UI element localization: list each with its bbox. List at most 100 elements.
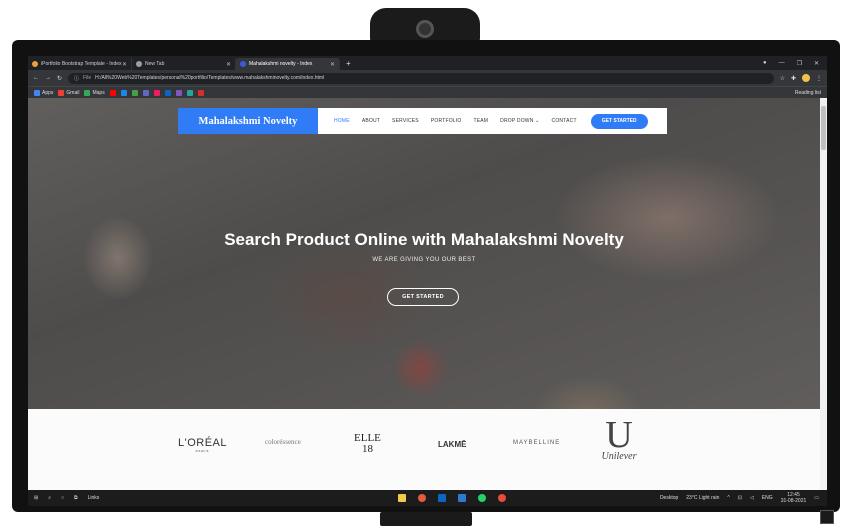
bookmark-gmail[interactable]: Gmail	[58, 89, 80, 96]
volume-icon[interactable]: ◁	[750, 495, 754, 501]
page-scrollbar[interactable]	[820, 98, 827, 490]
reading-list[interactable]: Reading list	[795, 90, 821, 96]
bookmark-label: Maps	[92, 89, 105, 96]
loreal-logo[interactable]: L'ORÉAL PARIS	[178, 437, 227, 453]
avatar[interactable]	[802, 74, 810, 82]
screen: iPortfolio Bootstrap Template - Index ✕ …	[28, 56, 827, 506]
desktop-toolbar[interactable]: Desktop	[660, 495, 678, 501]
forward-icon[interactable]: →	[45, 75, 51, 81]
whatsapp-icon[interactable]	[478, 494, 486, 502]
hero-get-started-button[interactable]: GET STARTED	[387, 288, 459, 306]
back-icon[interactable]: ←	[33, 75, 39, 81]
bookmark-icon[interactable]	[120, 89, 127, 96]
chrome-favicon-icon	[136, 61, 142, 67]
clock-date: 31-08-2021	[780, 498, 807, 504]
maps-icon	[84, 89, 91, 96]
monitor-stand	[380, 512, 472, 526]
weather-widget[interactable]: 23°C Light rain	[686, 495, 719, 501]
apps-icon	[34, 89, 40, 96]
close-icon[interactable]: ✕	[330, 61, 335, 68]
linkedin-icon[interactable]	[438, 494, 446, 502]
links-toolbar[interactable]: Links	[88, 495, 100, 501]
bookmark-label: Gmail	[66, 89, 80, 96]
bookmark-icon[interactable]	[142, 89, 149, 96]
unilever-logo[interactable]: U Unilever	[593, 415, 645, 462]
close-icon[interactable]: ✕	[226, 61, 231, 68]
profile-record-icon[interactable]: ●	[763, 60, 767, 67]
lakme-logo[interactable]: LAKMĒ	[438, 440, 466, 449]
tab-mahalakshmi[interactable]: Mahalakshmi novelty - Index ✕	[236, 58, 340, 70]
logo-text: L'ORÉAL	[178, 437, 228, 449]
toolbar: ← → ↻ ⓘ File H:/All%20Web%20Templates/pe…	[28, 70, 827, 86]
chrome-icon[interactable]	[418, 494, 426, 502]
site-brand[interactable]: Mahalakshmi Novelty	[178, 108, 318, 134]
extensions: ☆ ✚ ⋮	[780, 74, 822, 82]
bookmark-maps[interactable]: Maps	[84, 89, 105, 96]
nav-home[interactable]: HOME	[328, 118, 356, 124]
tab-title: New Tab	[145, 61, 165, 67]
bookmark-icon[interactable]	[175, 89, 182, 96]
nav-services[interactable]: SERVICES	[386, 118, 425, 124]
minimize-button[interactable]: —	[779, 60, 785, 67]
bookmark-apps[interactable]: Apps	[34, 89, 54, 96]
url-text: H:/All%20Web%20Templates/personal%20port…	[95, 75, 325, 81]
close-icon[interactable]: ✕	[122, 61, 127, 68]
maybelline-logo[interactable]: MAYBELLINE	[513, 440, 560, 446]
elle18-logo[interactable]: ELLE 18	[354, 433, 381, 455]
m-favicon-icon	[240, 61, 246, 67]
hero-content: Search Product Online with Mahalakshmi N…	[28, 230, 820, 263]
search-icon[interactable]: ⌕	[48, 495, 51, 501]
nav-contact[interactable]: CONTACT	[546, 118, 583, 124]
hero-subtitle: WE ARE GIVING YOU OUR BEST	[372, 257, 476, 263]
bookmarks-bar: Apps Gmail Maps Reading list	[28, 86, 827, 98]
logo-text: Unilever	[601, 451, 637, 462]
reload-icon[interactable]: ↻	[57, 75, 62, 82]
network-icon[interactable]: ⊡	[738, 495, 742, 501]
vscode-icon[interactable]	[458, 494, 466, 502]
url-scheme: File	[83, 75, 92, 81]
nav-links: HOME ABOUT SERVICES PORTFOLIO TEAM DROP …	[328, 118, 583, 124]
coloressence-logo[interactable]: coloréssence	[265, 438, 301, 446]
bookmark-icon[interactable]	[197, 89, 204, 96]
scrollbar-thumb[interactable]	[821, 106, 826, 150]
web-page: Mahalakshmi Novelty HOME ABOUT SERVICES …	[28, 98, 820, 490]
youtube-icon[interactable]	[109, 89, 116, 96]
file-explorer-icon[interactable]	[398, 494, 406, 502]
linkedin-icon[interactable]	[164, 89, 171, 96]
address-bar[interactable]: ⓘ File H:/All%20Web%20Templates/personal…	[68, 72, 774, 84]
nav-team[interactable]: TEAM	[467, 118, 494, 124]
puzzle-icon[interactable]: ✚	[791, 75, 796, 82]
task-view-icon[interactable]: ⧉	[74, 495, 78, 501]
bookmark-label: Apps	[42, 89, 54, 96]
bookmark-icon[interactable]	[186, 89, 193, 96]
system-tray: Desktop 23°C Light rain ^ ⊡ ◁ ENG 12:45 …	[660, 492, 819, 504]
maximize-button[interactable]: ❐	[797, 60, 802, 67]
clock[interactable]: 12:45 31-08-2021	[781, 492, 807, 504]
new-tab-button[interactable]: +	[340, 59, 357, 68]
get-started-button[interactable]: GET STARTED	[590, 113, 648, 129]
nav-dropdown[interactable]: DROP DOWN ⌄	[494, 118, 545, 124]
logo-subtext: 18	[361, 443, 373, 455]
portfolio-favicon-icon	[32, 61, 38, 67]
nav-portfolio[interactable]: PORTFOLIO	[425, 118, 468, 124]
notifications-icon[interactable]: ▭	[814, 495, 819, 501]
cortana-icon[interactable]: ○	[61, 495, 64, 501]
star-icon[interactable]: ☆	[780, 75, 785, 82]
photo-frame: iPortfolio Bootstrap Template - Index ✕ …	[0, 0, 852, 532]
unilever-mark: U	[605, 414, 633, 456]
webcam-lens	[416, 20, 434, 38]
close-window-button[interactable]: ✕	[814, 60, 819, 67]
bookmark-icon[interactable]	[153, 89, 160, 96]
tab-title: iPortfolio Bootstrap Template - Index	[41, 61, 122, 67]
site-navbar: Mahalakshmi Novelty HOME ABOUT SERVICES …	[178, 108, 667, 134]
info-icon: ⓘ	[74, 75, 80, 82]
app-icon[interactable]	[498, 494, 506, 502]
bookmark-icon[interactable]	[131, 89, 138, 96]
windows-start-icon[interactable]: ⊞	[34, 495, 38, 501]
nav-about[interactable]: ABOUT	[356, 118, 386, 124]
menu-icon[interactable]: ⋮	[816, 75, 822, 82]
language-indicator[interactable]: ENG	[762, 495, 773, 501]
tray-chevron-icon[interactable]: ^	[727, 495, 729, 501]
tab-portfolio[interactable]: iPortfolio Bootstrap Template - Index ✕	[28, 58, 132, 70]
tab-new-tab[interactable]: New Tab ✕	[132, 58, 236, 70]
